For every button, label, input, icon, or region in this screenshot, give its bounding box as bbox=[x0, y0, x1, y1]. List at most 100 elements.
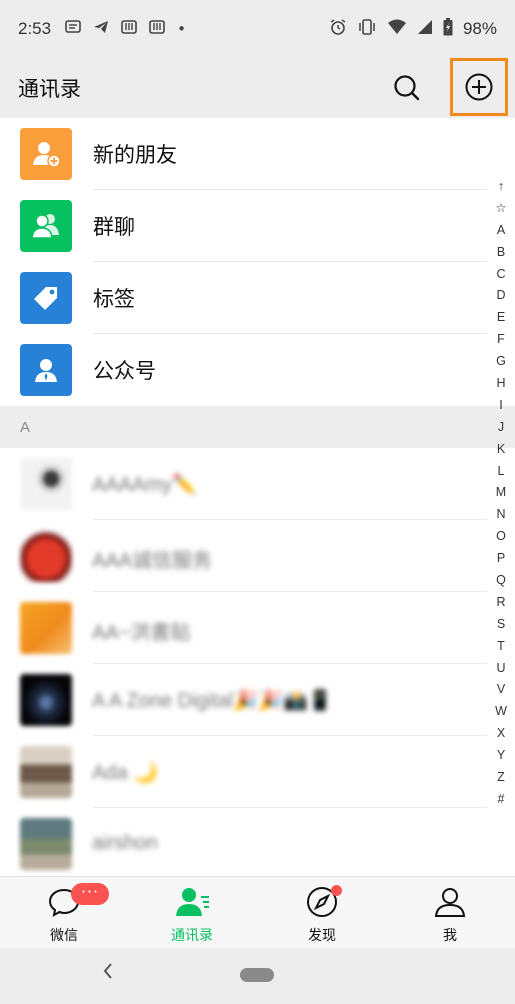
page-title: 通讯录 bbox=[18, 77, 81, 101]
status-right: 98% bbox=[329, 18, 497, 40]
contact-row[interactable]: airshon bbox=[0, 808, 515, 876]
official-accounts-item[interactable]: 公众号 bbox=[0, 334, 515, 406]
wifi-icon bbox=[387, 19, 407, 39]
contacts-icon bbox=[175, 885, 209, 919]
group-chats-label: 群聊 bbox=[93, 215, 135, 239]
tab-me-label: 我 bbox=[443, 928, 457, 944]
contact-row[interactable]: Ada 🌙 bbox=[0, 736, 515, 808]
contact-row[interactable]: AAA诚信服务 bbox=[0, 520, 515, 592]
contact-name: A A Zone Digital🎉🎉📸📱 bbox=[92, 690, 333, 712]
index-letter[interactable]: W bbox=[489, 701, 513, 723]
tab-discover[interactable]: 发现 bbox=[272, 877, 372, 949]
system-nav-bar bbox=[0, 948, 515, 1004]
notification-dot: • bbox=[177, 20, 186, 38]
official-accounts-label: 公众号 bbox=[93, 359, 156, 383]
avatar bbox=[20, 602, 72, 654]
search-icon bbox=[394, 75, 420, 101]
index-letter[interactable]: V bbox=[489, 679, 513, 701]
contact-name: Ada 🌙 bbox=[92, 762, 159, 784]
status-bar: 2:53 • 98% bbox=[0, 0, 515, 58]
index-letter[interactable]: ↑ bbox=[489, 176, 513, 198]
index-letter[interactable]: R bbox=[489, 592, 513, 614]
index-letter[interactable]: O bbox=[489, 526, 513, 548]
index-letter[interactable]: T bbox=[489, 636, 513, 658]
contact-name: AAAAmy✏️ bbox=[92, 474, 197, 496]
group-chats-item[interactable]: 群聊 bbox=[0, 190, 515, 262]
section-header-a: A bbox=[0, 406, 515, 448]
index-letter[interactable]: D bbox=[489, 285, 513, 307]
message-icon bbox=[65, 20, 81, 38]
tab-contacts-label: 通讯录 bbox=[171, 928, 213, 944]
chat-bubble-icon: ··· bbox=[47, 883, 109, 919]
new-friend-icon bbox=[20, 128, 72, 180]
add-button[interactable] bbox=[450, 58, 508, 116]
tab-me[interactable]: 我 bbox=[400, 877, 500, 949]
index-letter[interactable]: # bbox=[489, 789, 513, 811]
tags-item[interactable]: 标签 bbox=[0, 262, 515, 334]
tab-discover-label: 发现 bbox=[308, 928, 336, 944]
index-letter[interactable]: X bbox=[489, 723, 513, 745]
index-letter[interactable]: Z bbox=[489, 767, 513, 789]
new-friends-label: 新的朋友 bbox=[93, 143, 177, 167]
contact-name: airshon bbox=[92, 832, 158, 854]
index-letter[interactable]: I bbox=[489, 395, 513, 417]
index-letter[interactable]: Q bbox=[489, 570, 513, 592]
index-letter[interactable]: B bbox=[489, 242, 513, 264]
index-letter[interactable]: G bbox=[489, 351, 513, 373]
person-icon bbox=[433, 885, 467, 919]
contact-list: AAAAmy✏️ AAA诚信服务 AA~洪書贴 A A Zone Digital… bbox=[0, 448, 515, 876]
index-letter[interactable]: N bbox=[489, 504, 513, 526]
contact-row[interactable]: A A Zone Digital🎉🎉📸📱 bbox=[0, 664, 515, 736]
index-letter[interactable]: J bbox=[489, 417, 513, 439]
tab-contacts[interactable]: 通讯录 bbox=[142, 877, 242, 949]
avatar bbox=[20, 746, 72, 798]
telegram-icon bbox=[93, 20, 109, 38]
discover-badge-dot bbox=[331, 885, 342, 896]
battery-icon bbox=[443, 18, 453, 40]
index-letter[interactable]: S bbox=[489, 614, 513, 636]
signal-icon bbox=[417, 19, 433, 39]
alarm-icon bbox=[329, 18, 347, 40]
avatar bbox=[20, 458, 72, 510]
function-list: 新的朋友 群聊 标签 公众号 bbox=[0, 118, 515, 406]
index-letter[interactable]: L bbox=[489, 461, 513, 483]
index-letter[interactable]: A bbox=[489, 220, 513, 242]
new-friends-item[interactable]: 新的朋友 bbox=[0, 118, 515, 190]
index-letter[interactable]: ☆ bbox=[489, 198, 513, 220]
avatar bbox=[20, 818, 72, 870]
official-account-icon bbox=[20, 344, 72, 396]
unread-badge: ··· bbox=[71, 883, 109, 905]
search-button[interactable] bbox=[390, 71, 424, 105]
index-letter[interactable]: K bbox=[489, 439, 513, 461]
top-bar: 通讯录 bbox=[0, 58, 515, 118]
index-letter[interactable]: C bbox=[489, 264, 513, 286]
contact-name: AAA诚信服务 bbox=[92, 550, 213, 572]
avatar bbox=[20, 530, 72, 582]
index-letter[interactable]: P bbox=[489, 548, 513, 570]
news-icon bbox=[121, 20, 137, 38]
alphabet-index[interactable]: ↑ ☆ A B C D E F G H I J K L M N O P Q R S T U V W X Y Z # bbox=[489, 176, 513, 811]
status-time: 2:53 bbox=[18, 19, 52, 38]
index-letter[interactable]: F bbox=[489, 329, 513, 351]
tag-icon bbox=[20, 272, 72, 324]
contact-row[interactable]: AA~洪書贴 bbox=[0, 592, 515, 664]
contact-name: AA~洪書贴 bbox=[92, 622, 191, 644]
group-chat-icon bbox=[20, 200, 72, 252]
home-pill[interactable] bbox=[240, 968, 274, 982]
battery-percent: 98% bbox=[462, 19, 497, 38]
tab-chats-label: 微信 bbox=[50, 928, 78, 944]
news-icon-2 bbox=[149, 20, 165, 38]
tags-label: 标签 bbox=[93, 287, 135, 311]
contact-row[interactable]: AAAAmy✏️ bbox=[0, 448, 515, 520]
index-letter[interactable]: M bbox=[489, 482, 513, 504]
avatar bbox=[20, 674, 72, 726]
back-button[interactable] bbox=[100, 960, 116, 988]
tab-chats[interactable]: ··· 微信 bbox=[14, 877, 114, 949]
index-letter[interactable]: U bbox=[489, 658, 513, 680]
index-letter[interactable]: Y bbox=[489, 745, 513, 767]
index-letter[interactable]: E bbox=[489, 307, 513, 329]
bottom-tab-bar: ··· 微信 通讯录 发现 我 bbox=[0, 876, 515, 948]
index-letter[interactable]: H bbox=[489, 373, 513, 395]
compass-icon bbox=[305, 885, 342, 919]
chevron-left-icon bbox=[103, 963, 112, 979]
